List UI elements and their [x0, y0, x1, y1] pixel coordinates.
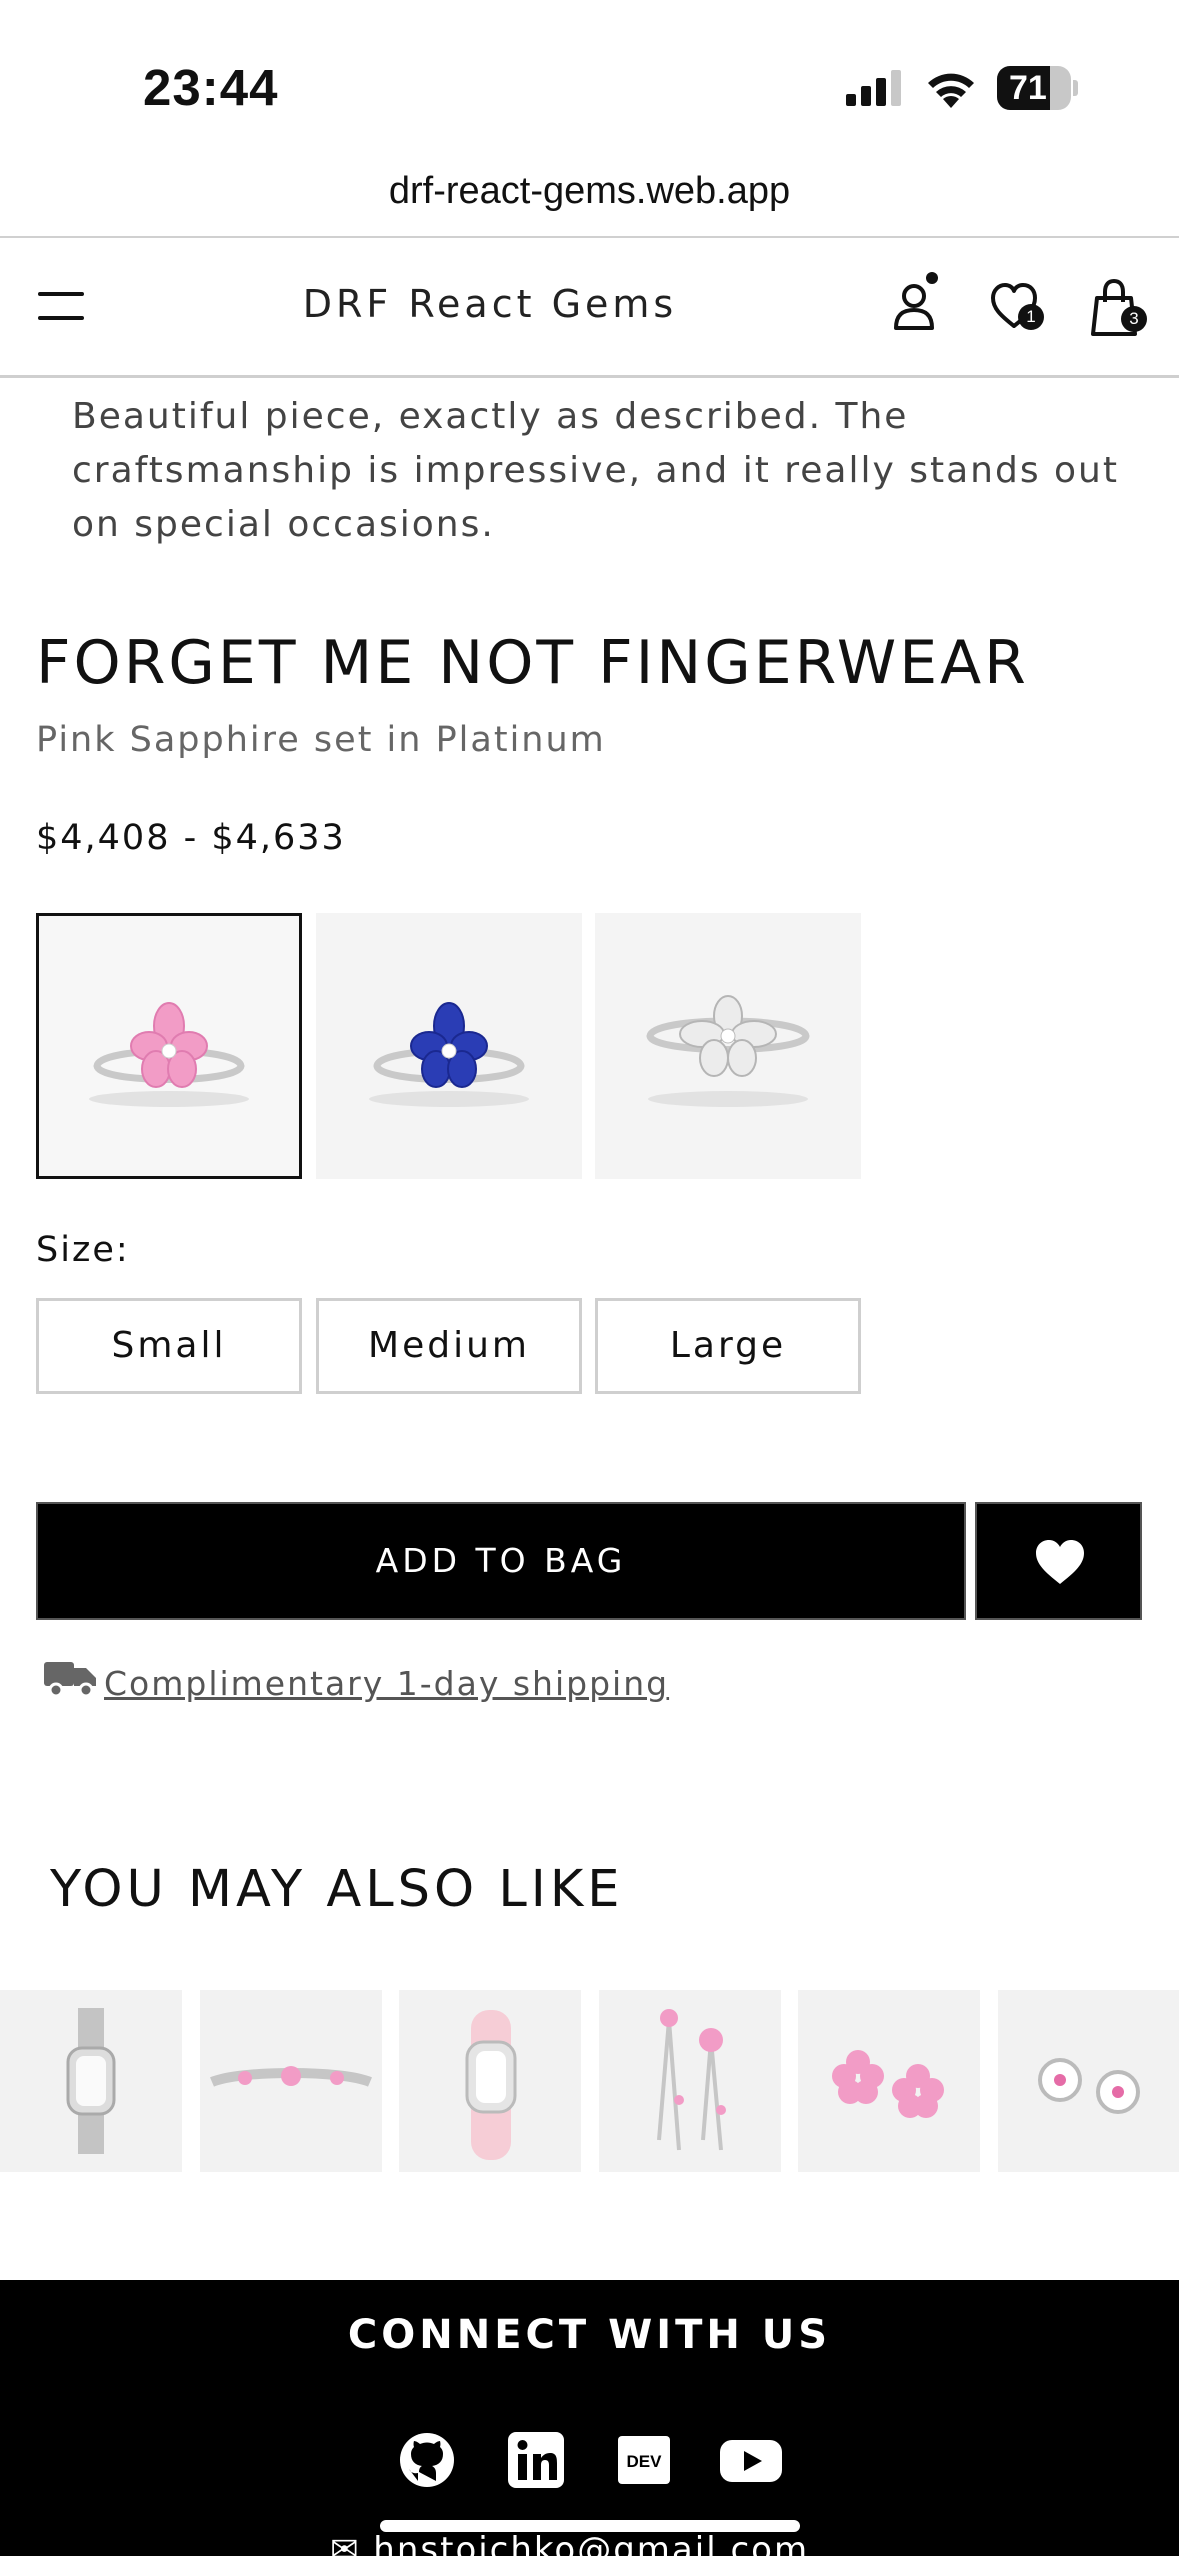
add-to-wishlist-button[interactable] [975, 1502, 1142, 1620]
youtube-icon[interactable] [718, 2430, 784, 2490]
recommendation-item[interactable] [599, 1990, 781, 2172]
recommendation-item[interactable] [0, 1990, 182, 2172]
review-text: Beautiful piece, exactly as described. T… [72, 396, 1119, 545]
wishlist-count-badge: 1 [1018, 304, 1044, 330]
recommendation-item[interactable] [798, 1990, 980, 2172]
size-large-button[interactable]: Large [595, 1298, 861, 1394]
product-price: $4,408 - $4,633 [36, 818, 346, 858]
battery-indicator: 71 [997, 66, 1078, 110]
add-to-bag-button[interactable]: ADD TO BAG [36, 1502, 966, 1620]
white-ring-image [646, 995, 810, 1107]
size-medium-button[interactable]: Medium [316, 1298, 582, 1394]
home-indicator[interactable] [380, 2520, 800, 2532]
user-account-button[interactable] [892, 270, 942, 332]
heart-filled-icon [1036, 1540, 1084, 1584]
cellular-signal-icon [846, 70, 901, 106]
shopping-bag-button[interactable]: 3 [1091, 278, 1147, 338]
pink-clover-earrings-image [1038, 2058, 1140, 2114]
product-subtitle: Pink Sapphire set in Platinum [36, 720, 606, 760]
clock: 23:44 [143, 59, 279, 116]
pink-ring-image [89, 1002, 249, 1107]
battery-level: 71 [1009, 69, 1047, 107]
silver-watch-image [66, 2008, 116, 2154]
truck-icon [44, 1662, 96, 1698]
recommendation-item[interactable] [200, 1990, 382, 2172]
size-small-button[interactable]: Small [36, 1298, 302, 1394]
pink-drop-earrings-image [657, 2009, 726, 2151]
linkedin-icon[interactable] [506, 2430, 566, 2490]
github-icon[interactable] [398, 2430, 456, 2490]
recommendation-item[interactable] [998, 1990, 1179, 2172]
address-bar-url[interactable]: drf-react-gems.web.app [0, 170, 1179, 213]
pink-strap-watch-image [465, 2010, 517, 2160]
recommendations-heading: YOU MAY ALSO LIKE [50, 1860, 624, 1919]
user-icon [894, 272, 938, 330]
wifi-icon [928, 73, 974, 108]
svg-text:DEV: DEV [627, 2452, 663, 2471]
divider [0, 236, 1179, 238]
status-bar: 23:44 71 [0, 0, 1179, 160]
footer-heading: CONNECT WITH US [347, 2312, 832, 2358]
site-brand[interactable]: DRF React Gems [0, 282, 980, 326]
product-title: FORGET ME NOT FINGERWEAR [36, 628, 1029, 698]
header-divider [0, 375, 1179, 378]
bag-count-badge: 3 [1121, 306, 1147, 332]
dev-icon[interactable]: DEV [614, 2430, 674, 2490]
variant-blue[interactable] [316, 913, 582, 1179]
pink-flower-earrings-image [832, 2050, 944, 2118]
wishlist-button[interactable]: 1 [990, 282, 1044, 332]
variant-white[interactable] [595, 913, 861, 1179]
pink-bracelet-image [210, 2066, 372, 2087]
size-label: Size: [36, 1230, 130, 1270]
shipping-link[interactable]: Complimentary 1-day shipping [104, 1664, 669, 1703]
variant-pink[interactable] [36, 913, 302, 1179]
footer-email[interactable]: ✉ hnstoichko@gmail.com [330, 2530, 809, 2556]
blue-ring-image [369, 1002, 529, 1107]
recommendation-item[interactable] [399, 1990, 581, 2172]
